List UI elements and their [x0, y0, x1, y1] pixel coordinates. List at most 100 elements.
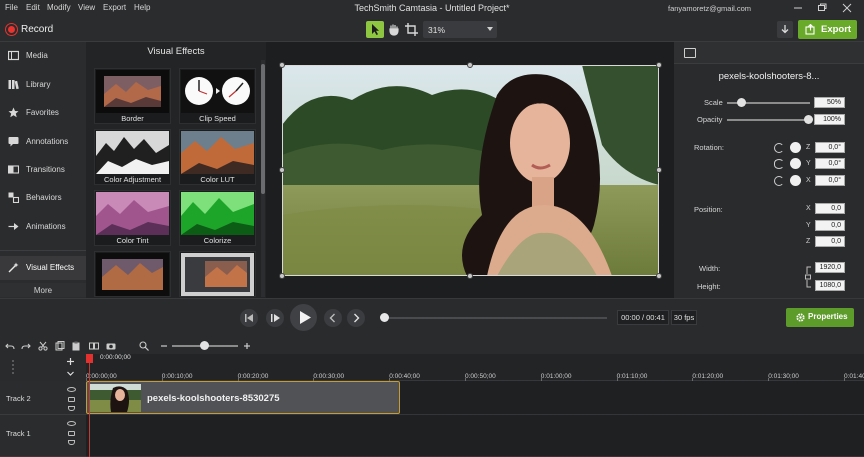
sidebar-item-label: Library [26, 80, 51, 89]
opacity-slider[interactable] [727, 119, 810, 121]
position-x-field[interactable]: 0,0 [815, 203, 845, 214]
menu-file[interactable]: File [5, 3, 18, 12]
effect-colorize[interactable]: Colorize [179, 190, 256, 246]
sidebar-item-animations[interactable]: Animations [0, 215, 86, 239]
sidebar-item-library[interactable]: Library [0, 73, 86, 97]
lock-icon[interactable] [68, 397, 75, 402]
previous-marker-button[interactable] [324, 309, 342, 327]
close-icon[interactable] [840, 2, 854, 14]
sidebar-item-transitions[interactable]: Transitions [0, 158, 86, 182]
playhead[interactable] [86, 354, 93, 363]
copy-icon[interactable] [55, 341, 65, 351]
play-button[interactable] [290, 304, 317, 331]
opacity-slider-knob[interactable] [804, 115, 813, 124]
pan-tool-button[interactable] [385, 21, 403, 38]
menu-export[interactable]: Export [103, 3, 126, 12]
effect-color-adjustment[interactable]: Color Adjustment [94, 129, 171, 185]
record-icon[interactable] [6, 24, 17, 35]
step-back-button[interactable] [240, 309, 258, 327]
sidebar-item-behaviors[interactable]: Behaviors [0, 186, 86, 210]
ruler-tick-label: 0:00:30;00 [313, 373, 345, 380]
select-tool-button[interactable] [366, 21, 384, 38]
resize-handle[interactable] [279, 167, 285, 173]
split-icon[interactable] [89, 341, 99, 351]
playback-scrubber-knob[interactable] [380, 313, 389, 322]
effect-label: Border [121, 114, 144, 123]
effects-scrollbar-thumb[interactable] [261, 64, 265, 194]
height-field[interactable]: 1080,0 [815, 280, 845, 291]
sidebar-item-visual-effects[interactable]: Visual Effects [0, 256, 86, 280]
rotate-z-icon [774, 143, 784, 153]
add-track-icon[interactable] [66, 357, 75, 366]
step-forward-button[interactable] [266, 309, 284, 327]
chevron-down-icon[interactable] [66, 369, 75, 378]
effect-color-lut[interactable]: Color LUT [179, 129, 256, 185]
crop-tool-button[interactable] [402, 21, 420, 38]
redo-icon[interactable] [21, 341, 31, 351]
sidebar-item-annotations[interactable]: Annotations [0, 130, 86, 154]
timeline-zoom-knob[interactable] [200, 341, 209, 350]
download-button[interactable] [777, 21, 793, 38]
scale-slider-knob[interactable] [736, 98, 746, 107]
audio-icon[interactable] [68, 440, 75, 445]
resize-handle[interactable] [279, 273, 285, 279]
effect-thumbnail [181, 131, 254, 174]
next-marker-button[interactable] [347, 309, 365, 327]
scale-field[interactable]: 50% [814, 97, 845, 108]
position-y-field[interactable]: 0,0 [815, 220, 845, 231]
sidebar-item-favorites[interactable]: Favorites [0, 101, 86, 125]
effect-clip-speed[interactable]: Clip Speed [179, 68, 256, 124]
undo-icon[interactable] [5, 341, 15, 351]
effect-color-tint[interactable]: Color Tint [94, 190, 171, 246]
snapshot-icon[interactable] [106, 341, 116, 351]
sidebar-more-button[interactable]: More [0, 283, 86, 297]
track-header-2[interactable]: Track 2 [0, 381, 86, 415]
menu-help[interactable]: Help [134, 3, 150, 12]
search-icon[interactable] [139, 341, 149, 351]
resize-handle[interactable] [467, 62, 473, 68]
rotation-z-dial[interactable] [790, 142, 801, 153]
position-label: Position: [694, 205, 723, 214]
menu-edit[interactable]: Edit [26, 3, 40, 12]
audio-icon[interactable] [68, 406, 75, 411]
step-forward-icon [271, 314, 280, 322]
restore-icon[interactable] [815, 2, 829, 14]
playback-scrubber[interactable] [385, 317, 607, 319]
rotation-y-dial[interactable] [790, 158, 801, 169]
video-properties-tab-icon[interactable] [684, 48, 696, 58]
resize-handle[interactable] [656, 167, 662, 173]
effect-item[interactable] [179, 251, 256, 297]
menu-view[interactable]: View [78, 3, 95, 12]
video-preview[interactable] [282, 65, 659, 276]
cut-icon[interactable] [38, 341, 48, 351]
rotation-y-field[interactable]: 0,0° [815, 158, 845, 169]
rotation-x-field[interactable]: 0,0° [815, 175, 845, 186]
resize-handle[interactable] [279, 62, 285, 68]
minimize-icon[interactable] [791, 2, 805, 14]
annotations-icon [8, 137, 19, 147]
sidebar-item-media[interactable]: Media [0, 44, 86, 68]
width-field[interactable]: 1920,0 [815, 262, 845, 273]
eye-icon[interactable] [67, 387, 76, 392]
lock-icon[interactable] [68, 431, 75, 436]
zoom-out-icon[interactable] [159, 341, 169, 351]
menu-modify[interactable]: Modify [47, 3, 71, 12]
account-email[interactable]: fanyamoretz@gmail.com [668, 4, 751, 13]
opacity-field[interactable]: 100% [814, 114, 845, 125]
paste-icon[interactable] [71, 341, 81, 351]
resize-handle[interactable] [656, 273, 662, 279]
track-header-1[interactable]: Track 1 [0, 415, 86, 457]
marker-track-icon[interactable] [8, 359, 18, 377]
resize-handle[interactable] [467, 273, 473, 279]
track-lane-1[interactable] [86, 415, 864, 457]
resize-handle[interactable] [656, 62, 662, 68]
record-button[interactable]: Record [21, 24, 53, 35]
eye-icon[interactable] [67, 421, 76, 426]
effect-item[interactable] [94, 251, 171, 297]
position-z-field[interactable]: 0,0 [815, 236, 845, 247]
rotation-z-field[interactable]: 0,0° [815, 142, 845, 153]
lock-aspect-icon[interactable] [805, 265, 812, 290]
effect-border[interactable]: Border [94, 68, 171, 124]
rotation-x-dial[interactable] [790, 175, 801, 186]
zoom-in-icon[interactable] [242, 341, 252, 351]
